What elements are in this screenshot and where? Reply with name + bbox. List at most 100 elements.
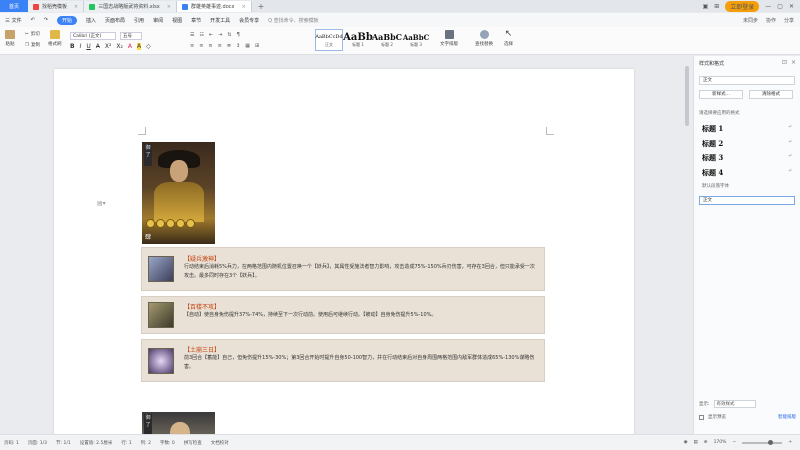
style-heading-2[interactable]: AaBbC 标题 2: [372, 29, 402, 51]
underline-button[interactable]: U: [86, 43, 90, 50]
indent-icon[interactable]: ⇥: [218, 32, 222, 38]
minimize-icon[interactable]: —: [765, 3, 771, 10]
skill-block[interactable]: 【土崩三日】 前3回合【蓄能】自己，但免伤提升15%-30%；第3回合开始时提升…: [141, 339, 545, 382]
highlight-icon[interactable]: A: [137, 43, 142, 50]
share-button[interactable]: 分享: [784, 17, 794, 24]
line-spacing-icon[interactable]: ↕: [236, 43, 240, 49]
numbering-icon[interactable]: ☷: [199, 32, 203, 38]
close-icon[interactable]: ×: [74, 4, 78, 10]
format-painter-button[interactable]: 格式刷: [48, 30, 62, 47]
maximize-icon[interactable]: ▢: [777, 3, 783, 10]
menu-view[interactable]: 视图: [172, 17, 182, 24]
tab-docx[interactable]: 群雄英雄事迹.docx ×: [176, 1, 252, 12]
shading-icon[interactable]: ▦: [245, 43, 250, 49]
current-style-select[interactable]: 正文: [699, 76, 795, 85]
preview-row[interactable]: 显示预览: [699, 414, 726, 420]
select-button[interactable]: ↖ 选择: [504, 30, 513, 48]
superscript-icon[interactable]: X²: [105, 43, 112, 50]
menu-devtools[interactable]: 开发工具: [210, 17, 230, 24]
align-left-icon[interactable]: ≡: [190, 43, 194, 49]
show-marks-icon[interactable]: ¶: [237, 32, 240, 38]
skill-block[interactable]: 【百楼不攻】 【自动】使自身免伤提升37%-74%，持续至下一次行动前。使用后可…: [141, 296, 545, 334]
style-item-normal[interactable]: 正文: [699, 196, 795, 205]
clear-format-icon[interactable]: ◇: [146, 43, 151, 50]
style-heading-3[interactable]: AaBbC 标题 3: [402, 29, 430, 51]
style-item-heading-3[interactable]: 标题 3 ↵: [702, 153, 792, 163]
distribute-icon[interactable]: ≣: [227, 43, 231, 49]
pin-icon[interactable]: ⊡: [782, 59, 787, 66]
apps-icon[interactable]: ⊞: [714, 3, 719, 10]
undo-icon[interactable]: ↶: [31, 17, 35, 23]
zoom-knob[interactable]: [768, 439, 774, 445]
strikethrough-icon[interactable]: A̶: [96, 43, 100, 50]
zoom-in-button[interactable]: +: [788, 440, 792, 445]
justify-icon[interactable]: ≡: [218, 43, 222, 49]
sync-status[interactable]: 未同步: [743, 17, 758, 24]
bold-button[interactable]: B: [70, 43, 75, 50]
style-heading-1[interactable]: AaBb 标题 1: [343, 29, 373, 51]
style-normal[interactable]: AaBbCcDd 正文: [315, 29, 343, 51]
style-item-heading-2[interactable]: 标题 2 ↵: [702, 139, 792, 149]
web-view-icon[interactable]: ⊕: [704, 440, 708, 445]
paragraph-handle-icon[interactable]: ▤▾: [97, 200, 106, 207]
hero-portrait-2[interactable]: 御了: [142, 412, 215, 434]
hero-portrait[interactable]: 御了 肆: [142, 142, 215, 244]
menu-section[interactable]: 章节: [191, 17, 201, 24]
close-window-icon[interactable]: ✕: [789, 3, 794, 10]
tab-template[interactable]: 找稻壳模板 ×: [28, 1, 85, 12]
login-button[interactable]: 立即登录: [725, 0, 760, 12]
preview-checkbox[interactable]: [699, 414, 704, 420]
cut-button[interactable]: ✂ 剪切: [25, 31, 40, 38]
status-words[interactable]: 字数: 0: [160, 440, 175, 446]
copy-button[interactable]: ❐ 复制: [25, 42, 40, 49]
find-replace-button[interactable]: 查找替换: [475, 30, 493, 47]
paste-button[interactable]: 粘贴: [5, 30, 15, 47]
outdent-icon[interactable]: ⇤: [209, 32, 213, 38]
text-tools-button[interactable]: 文字排版: [440, 30, 458, 47]
redo-icon[interactable]: ↷: [44, 17, 48, 23]
eye-icon[interactable]: ◉: [684, 440, 688, 445]
menu-review[interactable]: 审阅: [153, 17, 163, 24]
clear-format-button[interactable]: 清除格式: [749, 90, 793, 99]
bullets-icon[interactable]: ☰: [190, 32, 194, 38]
font-color-icon[interactable]: A: [128, 43, 132, 50]
borders-icon[interactable]: ⊞: [255, 43, 259, 49]
font-size-select[interactable]: 五号: [120, 32, 142, 40]
spell-check-button[interactable]: 拼写检查: [184, 440, 202, 446]
page-view-icon[interactable]: ▤: [694, 440, 698, 445]
document-area[interactable]: ▤▾ 御了 肆 【疑兵激神】 行动结束后消耗5%兵力，在两格范围内随机位置召唤一…: [0, 56, 692, 434]
new-style-button[interactable]: 新样式...: [699, 90, 743, 99]
tab-home[interactable]: 首页: [0, 0, 28, 12]
new-tab-button[interactable]: +: [252, 1, 271, 12]
style-item-default-font[interactable]: 默认段落字体: [702, 183, 729, 189]
scrollbar-thumb[interactable]: [685, 66, 689, 126]
menu-start[interactable]: 开始: [57, 15, 78, 25]
subscript-icon[interactable]: X₂: [116, 43, 123, 50]
style-item-heading-1[interactable]: 标题 1 ↵: [702, 124, 792, 134]
sort-icon[interactable]: ⇅: [227, 32, 231, 38]
style-item-heading-4[interactable]: 标题 4 ↵: [702, 168, 792, 178]
command-search[interactable]: Q 查找命令、搜索模板: [268, 17, 319, 24]
collab-button[interactable]: 协作: [766, 17, 776, 24]
smart-format-link[interactable]: 智能排版: [778, 414, 796, 420]
menu-insert[interactable]: 插入: [86, 17, 96, 24]
close-icon[interactable]: ×: [241, 4, 245, 10]
close-icon[interactable]: ×: [791, 59, 796, 66]
vertical-scrollbar[interactable]: [684, 60, 690, 434]
document-page[interactable]: ▤▾ 御了 肆 【疑兵激神】 行动结束后消耗5%兵力，在两格范围内随机位置召唤一…: [54, 69, 634, 434]
zoom-out-button[interactable]: −: [732, 440, 736, 445]
proofread-button[interactable]: 文档校对: [211, 440, 229, 446]
italic-button[interactable]: I: [80, 43, 82, 50]
menu-reference[interactable]: 引用: [134, 17, 144, 24]
tab-xlsx[interactable]: 三国志战略版武将资料.xlsx ×: [84, 1, 177, 12]
menu-file[interactable]: 三 文件: [5, 17, 22, 24]
close-icon[interactable]: ×: [167, 4, 171, 10]
layout-icon[interactable]: ▣: [703, 3, 709, 10]
align-right-icon[interactable]: ≡: [208, 43, 212, 49]
zoom-slider[interactable]: [742, 439, 783, 445]
font-family-select[interactable]: Calibri (正文): [70, 32, 116, 40]
menu-layout[interactable]: 页面布局: [105, 17, 125, 24]
show-select[interactable]: 有效样式: [713, 400, 756, 408]
align-center-icon[interactable]: ≡: [199, 43, 203, 49]
menu-vip[interactable]: 会员专享: [239, 17, 259, 24]
